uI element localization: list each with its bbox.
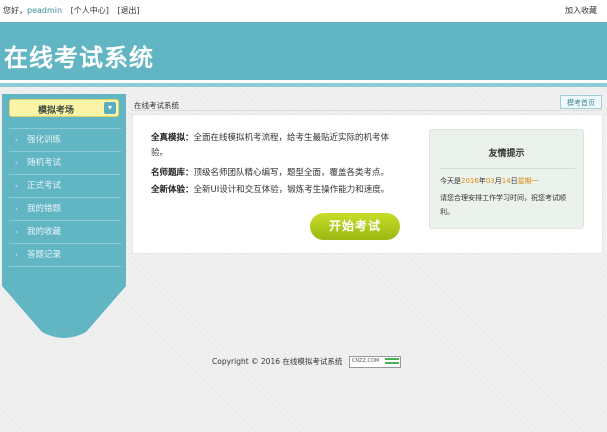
tips-divider <box>440 168 575 169</box>
breadcrumb-divider <box>132 110 603 111</box>
copyright-text: Copyright © 2016 在线模拟考试系统 <box>212 357 343 366</box>
feature-item: 全新体验：全新UI设计和交互体验，锻炼考生操作能力和速度。 <box>151 183 401 198</box>
feature-item: 全真模拟：全面在线模拟机考流程，给考生最贴近实际的机考体验。 <box>151 131 401 161</box>
sidebar-item-label: 随机考试 <box>27 158 62 168</box>
feature-title: 全新体验： <box>151 185 194 195</box>
date-day-unit: 日 <box>510 177 518 185</box>
tips-date: 今天是2016年03月14日星期一 <box>440 176 539 186</box>
sidebar-item-formal-exam[interactable]: › 正式考试 <box>9 175 121 198</box>
sidebar-item-label: 我的错题 <box>27 204 62 214</box>
feature-text: 顶级名师团队精心编写，题型全面，覆盖各类考点。 <box>193 168 390 178</box>
username-link[interactable]: peadmin <box>27 6 62 15</box>
sidebar-item-label: 正式考试 <box>27 181 62 191</box>
user-links: 您好，peadmin [个人中心] [退出] <box>3 5 140 16</box>
main-panel: 全真模拟：全面在线模拟机考流程，给考生最贴近实际的机考体验。 名师题库：顶级名师… <box>132 114 603 254</box>
feature-text: 全新UI设计和交互体验，锻炼考生操作能力和速度。 <box>193 185 390 195</box>
cnzz-label: CNZZ.COM <box>351 358 380 364</box>
date-month: 03 <box>485 177 495 185</box>
sidebar-menu: › 强化训练 › 随机考试 › 正式考试 › 我的错题 › 我的收藏 › 答题记录 <box>9 128 121 267</box>
sidebar-item-label: 强化训练 <box>27 135 62 145</box>
site-title: 在线考试系统 <box>4 44 154 72</box>
date-day: 14 <box>501 177 511 185</box>
exam-home-button[interactable]: 模考首页 <box>560 95 602 109</box>
sidebar-item-random-exam[interactable]: › 随机考试 <box>9 152 121 175</box>
date-year-unit: 年 <box>478 177 486 185</box>
date-year: 2016 <box>461 177 479 185</box>
tips-box: 友情提示 今天是2016年03月14日星期一 请您合理安排工作学习时间，祝您考试… <box>429 129 584 229</box>
tips-title: 友情提示 <box>488 149 525 159</box>
date-month-unit: 月 <box>494 177 502 185</box>
chevron-right-icon: › <box>15 251 18 259</box>
add-favorite-link[interactable]: 加入收藏 <box>565 5 597 16</box>
chevron-right-icon: › <box>15 205 18 213</box>
chevron-right-icon: › <box>15 182 18 190</box>
top-bar: 您好，peadmin [个人中心] [退出] 加入收藏 <box>0 0 607 22</box>
footer: Copyright © 2016 在线模拟考试系统 CNZZ.COM <box>212 356 401 368</box>
feature-title: 名师题库： <box>151 168 194 178</box>
user-center-link[interactable]: [个人中心] <box>71 6 109 15</box>
sidebar-item-training[interactable]: › 强化训练 <box>9 128 121 152</box>
banner-stripe <box>0 83 607 87</box>
sidebar-item-favorites[interactable]: › 我的收藏 <box>9 221 121 244</box>
feature-item: 名师题库：顶级名师团队精心编写，题型全面，覆盖各类考点。 <box>151 166 401 181</box>
tips-message: 请您合理安排工作学习时间，祝您考试顺利。 <box>440 194 566 216</box>
chevron-right-icon: › <box>15 159 18 167</box>
cnzz-badge[interactable]: CNZZ.COM <box>348 356 401 368</box>
date-weekday: 星期一 <box>517 177 539 185</box>
greeting-text: 您好， <box>3 6 27 15</box>
header-banner: 在线考试系统 <box>0 22 607 80</box>
sidebar-item-label: 答题记录 <box>27 250 62 260</box>
chevron-right-icon: › <box>15 136 18 144</box>
logout-link[interactable]: [退出] <box>117 6 139 15</box>
chevron-right-icon: › <box>15 228 18 236</box>
stats-icon <box>384 358 399 364</box>
chevron-down-icon[interactable]: ▾ <box>104 102 116 114</box>
date-prefix: 今天是 <box>440 177 461 185</box>
sidebar-item-label: 我的收藏 <box>27 227 62 237</box>
start-exam-button[interactable]: 开始考试 <box>310 213 400 240</box>
feature-title: 全真模拟： <box>151 133 194 143</box>
sidebar-item-wrong-questions[interactable]: › 我的错题 <box>9 198 121 221</box>
sidebar: 模拟考场 ▾ › 强化训练 › 随机考试 › 正式考试 › 我的错题 › 我的收藏 › 答题… <box>2 94 126 339</box>
sidebar-header[interactable]: 模拟考场 ▾ <box>9 99 119 117</box>
sidebar-item-answer-history[interactable]: › 答题记录 <box>9 244 121 267</box>
sidebar-header-label: 模拟考场 <box>37 106 74 116</box>
